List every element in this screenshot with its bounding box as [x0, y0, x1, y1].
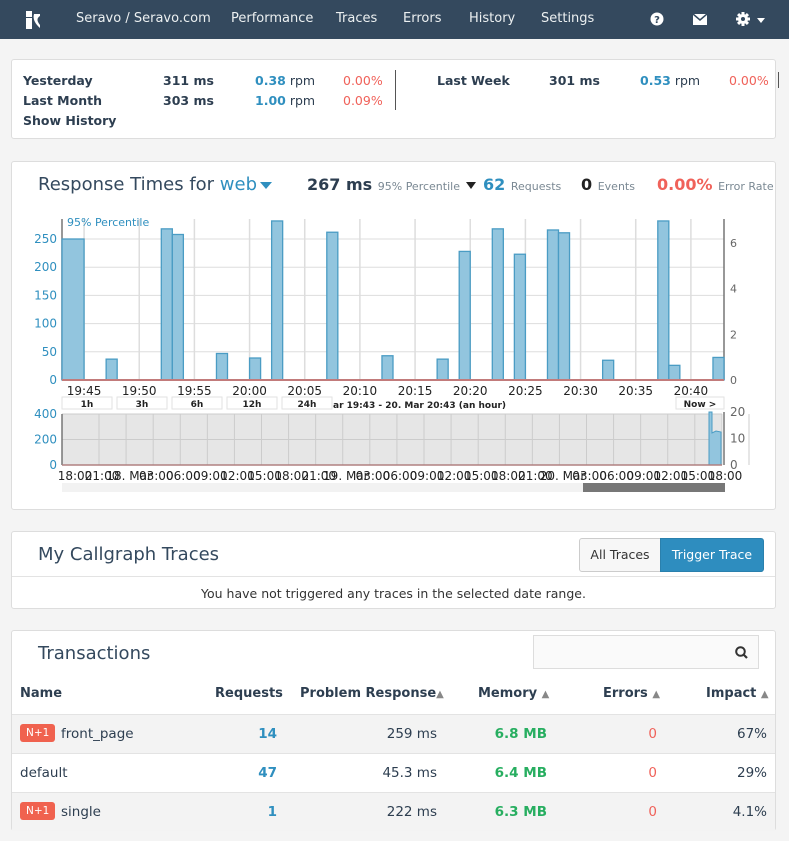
chart-bar	[491, 228, 504, 381]
x-tick-label: 19:55	[177, 384, 212, 398]
callgraph-title: My Callgraph Traces	[38, 544, 220, 565]
chart-bar	[61, 238, 85, 381]
table-row[interactable]: N+1 single 1 222 ms 6.3 MB 0 4.1%	[12, 792, 775, 831]
col-problem-response[interactable]: Problem Response▲︎	[300, 686, 444, 701]
memory-value: 6.4 MB	[494, 765, 547, 781]
sort-icon[interactable]: ▲	[542, 689, 550, 700]
y-tick-label: 200	[34, 260, 57, 274]
x-tick-label: 20:10	[343, 384, 378, 398]
sort-icon[interactable]: ▲	[652, 689, 660, 700]
x-tick-label: 20:00	[232, 384, 267, 398]
x-tick-label: 20:25	[508, 384, 543, 398]
impact-value: 4.1%	[732, 804, 767, 820]
y-tick-label: 250	[34, 232, 57, 246]
transaction-name[interactable]: front_page	[61, 726, 134, 742]
x-tick-label: 19:45	[67, 384, 102, 398]
transaction-name[interactable]: default	[20, 765, 68, 781]
response-value: 45.3 ms	[382, 765, 437, 781]
chart-bar	[248, 357, 262, 381]
x-tick-label: 20:30	[563, 384, 598, 398]
n-plus-one-badge: N+1	[20, 802, 56, 820]
response-time-chart[interactable]: 05010015020025019:45 19:50 19:55 20:00 20:05…	[0, 0, 789, 510]
chart-bar	[105, 358, 118, 381]
series-label: 95% Percentile	[67, 216, 149, 229]
transactions-search[interactable]	[533, 635, 759, 669]
chart-bar	[171, 233, 185, 381]
x-tick-label: 20:40	[674, 384, 709, 398]
range-label: ar 19:43 - 20. Mar 20:43 (an hour)	[333, 401, 506, 411]
sort-icon[interactable]: ▲︎	[436, 689, 444, 700]
chart-bar	[712, 356, 725, 381]
chart-bar	[546, 229, 560, 381]
divider	[12, 576, 775, 577]
y2-tick-label: 0	[730, 374, 737, 387]
chart-bar	[557, 232, 571, 381]
errors-value: 0	[648, 804, 657, 820]
x-tick-label: 20:35	[618, 384, 653, 398]
range-button-label: 12h	[243, 400, 262, 410]
y-tick-label: 150	[34, 288, 57, 302]
transactions-title: Transactions	[38, 643, 151, 664]
search-input[interactable]	[540, 636, 730, 666]
n-plus-one-badge: N+1	[20, 724, 56, 742]
x-tick-label: 20:15	[398, 384, 433, 398]
memory-value: 6.3 MB	[494, 804, 547, 820]
navigator-scrollbar-thumb[interactable]	[583, 483, 725, 492]
col-requests[interactable]: Requests	[215, 686, 283, 701]
memory-value: 6.8 MB	[494, 726, 547, 742]
col-memory[interactable]: Memory ▲	[478, 686, 549, 701]
sort-icon[interactable]: ▲	[761, 689, 769, 700]
empty-traces-message: You have not triggered any traces in the…	[201, 586, 586, 601]
chart-bar	[270, 220, 284, 381]
chart-bar	[657, 220, 670, 381]
chart-bar	[215, 352, 229, 381]
y-tick-label: 0	[49, 373, 57, 387]
y-tick-label: 100	[34, 317, 57, 331]
errors-value: 0	[648, 726, 657, 742]
impact-value: 67%	[736, 726, 767, 742]
chart-bar	[381, 355, 394, 381]
y2-tick-label: 2	[730, 328, 737, 341]
x-tick-label: 19:50	[122, 384, 157, 398]
chart-bar	[160, 228, 173, 381]
chart-bar	[436, 358, 449, 381]
now-button-label: Now >	[684, 400, 717, 410]
navigator-y2-tick: 0	[730, 458, 738, 472]
y2-tick-label: 6	[730, 237, 737, 250]
search-icon[interactable]	[735, 646, 748, 659]
requests-value: 47	[258, 765, 277, 781]
errors-value: 0	[648, 765, 657, 781]
table-row[interactable]: N+1 front_page 14 259 ms 6.8 MB 0 67%	[12, 714, 775, 753]
navigator-y2-tick: 10	[730, 432, 745, 446]
response-value: 259 ms	[386, 726, 437, 742]
navigator-y-tick: 200	[34, 433, 57, 447]
col-name[interactable]: Name	[20, 686, 62, 701]
trigger-trace-button[interactable]: Trigger Trace	[660, 538, 764, 572]
chart-bar	[601, 359, 615, 381]
chart-bar	[668, 364, 681, 381]
navigator-y-tick: 0	[49, 458, 57, 472]
navigator-y-tick: 400	[34, 407, 57, 421]
x-tick-label: 20:05	[287, 384, 322, 398]
y-tick-label: 50	[42, 345, 57, 359]
navigator-y2-tick: 20	[730, 405, 745, 419]
x-tick-label: 20:20	[453, 384, 488, 398]
requests-value: 1	[267, 804, 277, 820]
transaction-name[interactable]: single	[61, 804, 101, 820]
table-row[interactable]: default 47 45.3 ms 6.4 MB 0 29%	[12, 753, 775, 792]
col-impact[interactable]: Impact ▲	[706, 686, 769, 701]
chart-bar	[513, 253, 527, 381]
col-errors[interactable]: Errors ▲	[603, 686, 660, 701]
chart-bar	[458, 250, 471, 381]
range-button-label: 1h	[81, 400, 94, 410]
response-value: 222 ms	[386, 804, 437, 820]
range-button-label: 24h	[298, 400, 317, 410]
range-button-label: 3h	[136, 400, 149, 410]
impact-value: 29%	[736, 765, 767, 781]
range-button-label: 6h	[191, 400, 204, 410]
y2-tick-label: 4	[730, 283, 737, 296]
chart-bar	[326, 231, 339, 381]
all-traces-button[interactable]: All Traces	[579, 538, 661, 572]
requests-value: 14	[258, 726, 277, 742]
